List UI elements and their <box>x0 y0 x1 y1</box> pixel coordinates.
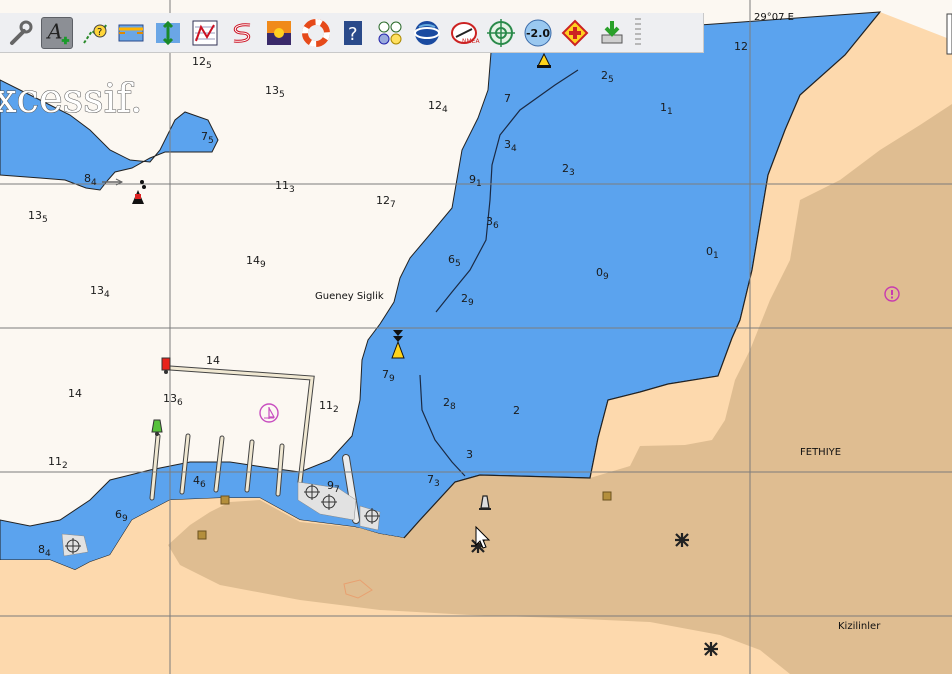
sunset-button[interactable] <box>263 17 295 49</box>
landmark-cross-icon[interactable] <box>704 642 718 656</box>
depth-sounding: 3 <box>466 448 473 461</box>
landmark-cross-icon[interactable] <box>675 533 689 547</box>
building-icon <box>197 530 207 540</box>
nautical-chart[interactable]: xcessif. 125135124725111275 342384 1139113… <box>0 0 952 674</box>
route-help-icon: ? <box>83 24 107 44</box>
depth-icon <box>156 20 180 45</box>
frame-edge <box>946 13 952 55</box>
chart-overprint-text: xcessif. <box>0 76 143 122</box>
overview-button[interactable] <box>115 17 147 49</box>
instruments-icon <box>378 21 402 44</box>
place-name-kizilinler[interactable]: Kizilinler <box>838 621 881 632</box>
zoom-button[interactable]: -2.0 <box>522 17 554 49</box>
download-icon <box>601 20 623 43</box>
tracks-button[interactable] <box>189 17 221 49</box>
text-add-icon: A <box>46 19 70 44</box>
depth-sounding: 7 <box>504 92 511 105</box>
target-icon <box>487 18 515 47</box>
building-icon <box>602 491 612 501</box>
route-button[interactable] <box>226 17 258 49</box>
zoom-value-icon: -2.0 <box>524 19 552 46</box>
first-aid-icon <box>561 19 589 46</box>
depth-sounding: 14 <box>68 387 82 400</box>
toolbar-grip[interactable] <box>635 17 641 48</box>
place-name-fethiye[interactable]: FETHIYE <box>800 447 841 458</box>
zoom-value-label: -2.0 <box>526 27 550 40</box>
place-name-gueney-siglik[interactable]: Gueney Siglik <box>315 291 384 302</box>
settings-button[interactable] <box>4 17 36 49</box>
help-button[interactable]: ? <box>337 17 369 49</box>
main-toolbar: A?? NMEA -2.0 <box>0 13 704 53</box>
longitude-label: 29°07 E <box>754 12 794 23</box>
lifebuoy-button[interactable] <box>300 17 332 49</box>
help-book-icon: ? <box>344 20 362 45</box>
route-tool-button[interactable]: ? <box>78 17 110 49</box>
depth-sounding: 2 <box>513 404 520 417</box>
layers-icon <box>118 24 144 41</box>
instruments-button[interactable] <box>374 17 406 49</box>
svg-text:?: ? <box>97 27 102 38</box>
medical-button[interactable] <box>559 17 591 49</box>
boat-nmea-button[interactable]: NMEA <box>448 17 480 49</box>
depth-sounding: 14 <box>206 354 220 367</box>
boat-nmea-icon: NMEA <box>451 21 480 45</box>
quay-area <box>61 533 89 557</box>
svg-text:A: A <box>46 19 63 43</box>
svg-text:NMEA: NMEA <box>462 38 480 45</box>
building-icon <box>220 495 230 505</box>
text-tool-button[interactable]: A <box>41 16 73 49</box>
svg-text:?: ? <box>348 24 358 45</box>
track-chart-icon <box>192 20 218 45</box>
lifebuoy-icon <box>302 18 330 47</box>
globe-icon <box>414 20 440 45</box>
globe-button[interactable] <box>411 17 443 49</box>
download-button[interactable] <box>596 17 628 49</box>
wrench-icon <box>10 20 33 45</box>
route-s-icon <box>233 22 251 43</box>
target-button[interactable] <box>485 17 517 49</box>
sunset-icon <box>267 20 291 45</box>
depth-button[interactable] <box>152 17 184 49</box>
depth-sounding: 12 <box>734 40 748 53</box>
